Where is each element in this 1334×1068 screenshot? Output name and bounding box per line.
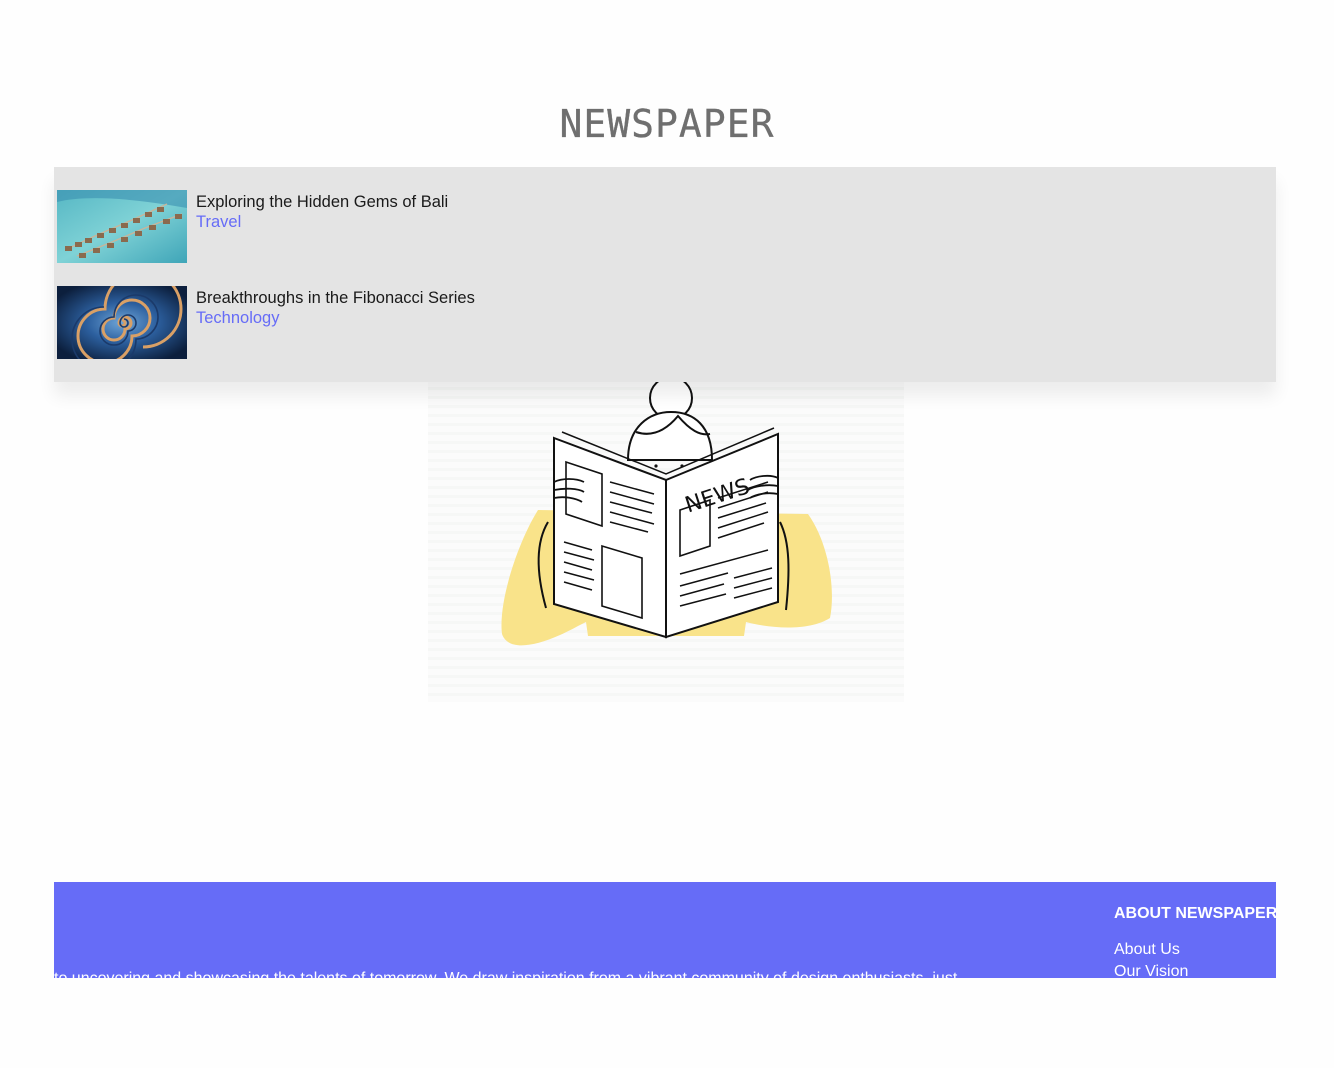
footer-section-heading: ABOUT NEWSPAPER [1114,905,1276,922]
search-result-category[interactable]: Travel [196,213,241,232]
footer-link-about-us[interactable]: About Us [1114,941,1180,959]
footer-link-our-vision[interactable]: Our Vision [1114,963,1188,978]
search-results-dropdown: Exploring the Hidden Gems of Bali Travel [54,167,1276,382]
search-result-item[interactable]: Exploring the Hidden Gems of Bali Travel [57,190,957,264]
page: NEWSPAPER Exploring the Hidden Gems of B… [0,0,1334,1068]
search-result-title[interactable]: Exploring the Hidden Gems of Bali [196,193,448,212]
footer: to uncovering and showcasing the talents… [54,882,1276,978]
footer-about-text: to uncovering and showcasing the talents… [54,970,1054,978]
search-result-category[interactable]: Technology [196,309,279,328]
hero-illustration: NEWS [428,376,904,702]
search-result-title[interactable]: Breakthroughs in the Fibonacci Series [196,289,475,308]
site-title[interactable]: NEWSPAPER [0,102,1334,146]
overwater-bungalows-image [57,190,187,263]
search-result-item[interactable]: Breakthroughs in the Fibonacci Series Te… [57,286,957,360]
spiral-image [57,286,187,359]
